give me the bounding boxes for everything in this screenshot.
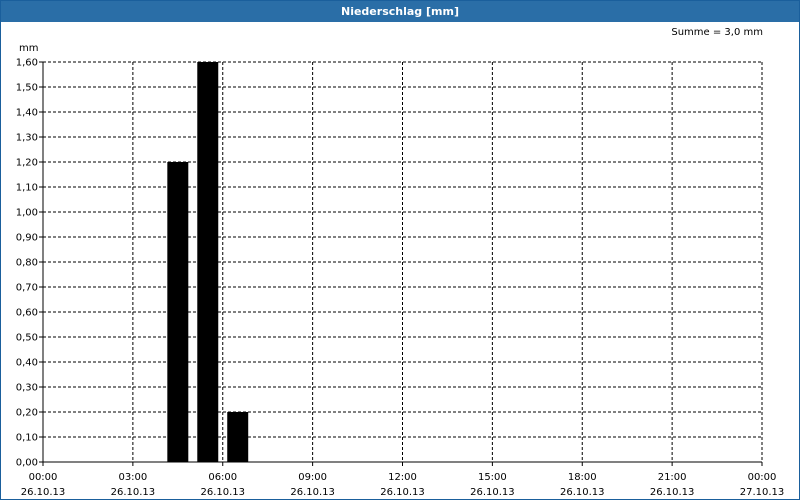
y-tick-label: 0,80 xyxy=(16,258,38,269)
chart-title: Niederschlag [mm] xyxy=(1,1,799,22)
precip-bar xyxy=(227,412,249,462)
x-tick-date-label: 26.10.13 xyxy=(200,487,245,498)
x-tick-time-label: 00:00 xyxy=(29,472,58,483)
x-tick-time-label: 12:00 xyxy=(388,472,417,483)
y-tick-label: 0,50 xyxy=(16,333,38,344)
y-tick-label: 0,90 xyxy=(16,233,38,244)
x-tick-date-label: 26.10.13 xyxy=(111,487,156,498)
x-tick-date-label: 26.10.13 xyxy=(21,487,66,498)
x-tick-date-label: 27.10.13 xyxy=(740,487,785,498)
y-tick-label: 1,20 xyxy=(16,158,38,169)
x-tick-date-label: 26.10.13 xyxy=(380,487,425,498)
precip-bar xyxy=(197,62,219,462)
y-tick-labels: 0,00 0,10 0,20 0,30 0,40 0,50 0,60 0,70 0,80 0,90… xyxy=(16,58,38,469)
x-tick-time-label: 06:00 xyxy=(208,472,237,483)
y-tick-label: 1,30 xyxy=(16,133,38,144)
y-tick-label: 0,70 xyxy=(16,283,38,294)
x-tick-labels: 00:00 26.10.13 03:00 26.10.13 06:00 26.10.13 0… xyxy=(21,472,785,498)
y-tick-label: 1,60 xyxy=(16,58,38,69)
axes xyxy=(39,61,763,466)
x-tick-time-label: 03:00 xyxy=(118,472,147,483)
y-tick-label: 1,40 xyxy=(16,108,38,119)
y-tick-label: 0,60 xyxy=(16,308,38,319)
x-tick-time-label: 21:00 xyxy=(658,472,687,483)
precip-bar xyxy=(167,162,189,462)
y-tick-label: 1,50 xyxy=(16,83,38,94)
y-tick-label: 0,10 xyxy=(16,433,38,444)
x-tick-time-label: 00:00 xyxy=(748,472,777,483)
x-tick-date-label: 26.10.13 xyxy=(650,487,695,498)
y-tick-label: 0,30 xyxy=(16,383,38,394)
y-tick-label: 0,00 xyxy=(16,458,38,469)
bars xyxy=(167,62,249,462)
x-tick-time-label: 15:00 xyxy=(478,472,507,483)
y-tick-label: 1,00 xyxy=(16,208,38,219)
precipitation-chart: 0,00 0,10 0,20 0,30 0,40 0,50 0,60 0,70 0,80 0,90… xyxy=(16,43,785,498)
y-tick-label: 1,10 xyxy=(16,183,38,194)
x-tick-date-label: 26.10.13 xyxy=(290,487,335,498)
x-tick-time-label: 09:00 xyxy=(298,472,327,483)
x-tick-date-label: 26.10.13 xyxy=(470,487,515,498)
y-tick-label: 0,20 xyxy=(16,408,38,419)
x-tick-time-label: 18:00 xyxy=(568,472,597,483)
y-axis-label: mm xyxy=(19,43,38,54)
chart-window: Niederschlag [mm] Summe = 3,0 mm 0,00 0,1… xyxy=(0,0,800,500)
x-tick-date-label: 26.10.13 xyxy=(560,487,605,498)
grid-lines xyxy=(43,61,763,462)
y-tick-label: 0,40 xyxy=(16,358,38,369)
